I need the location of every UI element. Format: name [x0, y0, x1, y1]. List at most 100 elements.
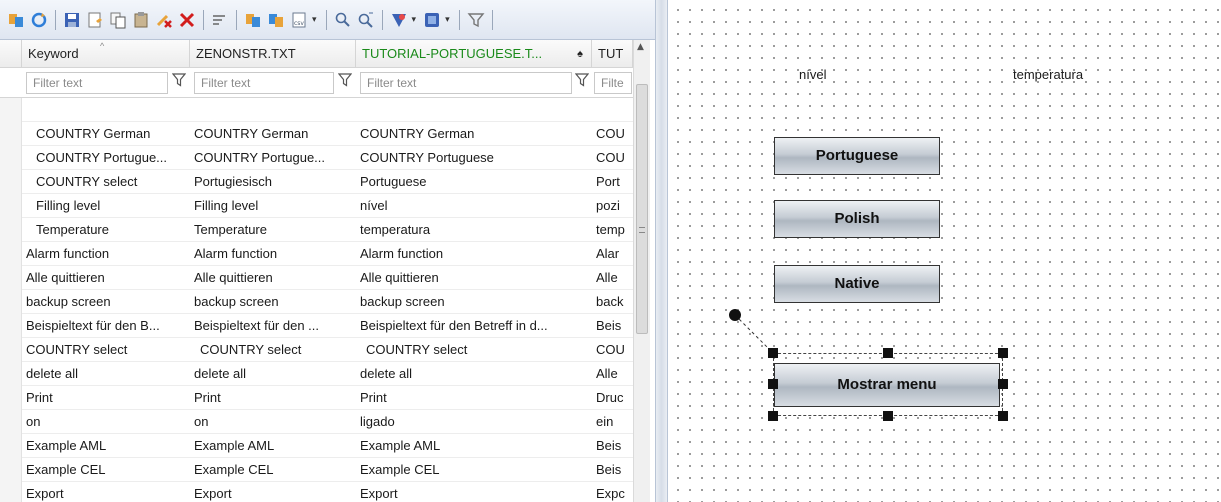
table-cell[interactable]: Export [22, 482, 190, 502]
close-icon[interactable] [177, 10, 197, 30]
table-cell[interactable]: nível [356, 194, 592, 218]
wrap-text-icon[interactable] [210, 10, 230, 30]
delete-keyword-icon[interactable] [154, 10, 174, 30]
table-cell[interactable] [22, 98, 190, 122]
save-icon[interactable] [62, 10, 82, 30]
table-cell[interactable]: Beis [592, 434, 633, 458]
screen-editor-canvas[interactable]: nível temperatura Portuguese Polish Nati… [668, 0, 1221, 502]
paste-icon[interactable] [131, 10, 151, 30]
filter-icon[interactable] [575, 73, 589, 87]
portuguese-button[interactable]: Portuguese [774, 137, 940, 175]
table-cell[interactable]: Example CEL [190, 458, 356, 482]
table-cell[interactable]: Example AML [190, 434, 356, 458]
table-cell[interactable] [592, 98, 633, 122]
table-row[interactable] [0, 98, 650, 122]
table-row[interactable]: Export Export Export Expc [0, 482, 650, 502]
row-header[interactable] [0, 146, 22, 170]
resize-handle-top[interactable] [883, 348, 893, 358]
table-cell[interactable]: Beis [592, 314, 633, 338]
resize-handle-bottom-right[interactable] [998, 411, 1008, 421]
row-header[interactable] [0, 434, 22, 458]
row-header[interactable] [0, 266, 22, 290]
table-cell[interactable]: Filling level [22, 194, 190, 218]
table-cell[interactable]: Druc [592, 386, 633, 410]
table-cell[interactable]: Portuguese [356, 170, 592, 194]
filter-input-zenonstr[interactable]: Filter text [194, 72, 334, 94]
table-row[interactable]: Example CEL Example CEL Example CEL Beis [0, 458, 650, 482]
table-row[interactable]: COUNTRY Portugue... COUNTRY Portugue... CO… [0, 146, 650, 170]
level-label[interactable]: nível [799, 67, 826, 82]
table-cell[interactable]: COUNTRY Portuguese [356, 146, 592, 170]
table-cell[interactable]: ligado [356, 410, 592, 434]
pane-splitter[interactable] [655, 0, 668, 502]
table-cell[interactable]: Alar [592, 242, 633, 266]
table-row[interactable]: COUNTRY select COUNTRY select COUNTRY sele… [0, 338, 650, 362]
column-header-keyword[interactable]: Keyword ^ [22, 40, 190, 68]
table-cell[interactable]: Alle quittieren [190, 266, 356, 290]
filter-input-tut[interactable]: Filte [594, 72, 632, 94]
row-header[interactable] [0, 98, 22, 122]
translate-icon[interactable] [6, 10, 26, 30]
table-cell[interactable]: Export [356, 482, 592, 502]
row-header[interactable] [0, 314, 22, 338]
row-header[interactable] [0, 410, 22, 434]
table-cell[interactable]: backup screen [22, 290, 190, 314]
table-cell[interactable]: COUNTRY German [356, 122, 592, 146]
table-cell[interactable]: Print [22, 386, 190, 410]
table-cell[interactable]: COUNTRY select [22, 338, 190, 362]
table-row[interactable]: Filling level Filling level nível pozi [0, 194, 650, 218]
table-cell[interactable]: Temperature [22, 218, 190, 242]
table-cell[interactable]: Temperature [190, 218, 356, 242]
row-header[interactable] [0, 386, 22, 410]
table-cell[interactable]: Alarm function [356, 242, 592, 266]
table-row[interactable]: Print Print Print Druc [0, 386, 650, 410]
import-icon[interactable] [243, 10, 263, 30]
table-cell[interactable]: COUNTRY German [190, 122, 356, 146]
table-row[interactable]: Beispieltext für den B... Beispieltext fü… [0, 314, 650, 338]
resize-handle-top-left[interactable] [768, 348, 778, 358]
column-header-zenonstr[interactable]: ZENONSTR.TXT [190, 40, 356, 68]
row-header[interactable] [0, 362, 22, 386]
table-cell[interactable]: COU [592, 122, 633, 146]
filter-icon[interactable] [172, 73, 186, 87]
table-cell[interactable]: Export [190, 482, 356, 502]
table-cell[interactable]: Alle [592, 266, 633, 290]
table-cell[interactable]: Beispieltext für den B... [22, 314, 190, 338]
row-header[interactable] [0, 290, 22, 314]
chevron-down-icon[interactable]: ▾ [312, 15, 317, 25]
table-row[interactable]: delete all delete all delete all Alle [0, 362, 650, 386]
table-cell[interactable]: Print [356, 386, 592, 410]
table-row[interactable]: backup screen backup screen backup screen b… [0, 290, 650, 314]
table-cell[interactable]: Example AML [22, 434, 190, 458]
table-cell[interactable]: COU [592, 338, 633, 362]
row-header[interactable] [0, 194, 22, 218]
table-cell[interactable]: Example CEL [356, 458, 592, 482]
native-button[interactable]: Native [774, 265, 940, 303]
row-header[interactable] [0, 338, 22, 362]
table-cell[interactable]: COU [592, 146, 633, 170]
table-row[interactable]: Temperature Temperature temperatura temp [0, 218, 650, 242]
temperature-label[interactable]: temperatura [1013, 67, 1083, 82]
refresh-icon[interactable] [29, 10, 49, 30]
table-cell[interactable]: temperatura [356, 218, 592, 242]
copy-icon[interactable] [108, 10, 128, 30]
table-cell[interactable]: Example AML [356, 434, 592, 458]
row-header[interactable] [0, 218, 22, 242]
table-row[interactable]: COUNTRY German COUNTRY German COUNTRY Germ… [0, 122, 650, 146]
resize-handle-bottom[interactable] [883, 411, 893, 421]
export-icon[interactable] [266, 10, 286, 30]
csv-icon[interactable]: csv [289, 10, 309, 30]
table-cell[interactable]: backup screen [356, 290, 592, 314]
columns-icon[interactable] [422, 10, 442, 30]
add-file-icon[interactable] [85, 10, 105, 30]
table-cell[interactable] [356, 98, 592, 122]
filter-input-keyword[interactable]: Filter text [26, 72, 168, 94]
table-cell[interactable]: Print [190, 386, 356, 410]
table-cell[interactable]: COUNTRY German [22, 122, 190, 146]
table-cell[interactable]: pozi [592, 194, 633, 218]
polish-button[interactable]: Polish [774, 200, 940, 238]
table-cell[interactable]: delete all [190, 362, 356, 386]
table-cell[interactable]: Alle quittieren [356, 266, 592, 290]
filter-icon[interactable] [338, 73, 352, 87]
table-cell[interactable]: ein [592, 410, 633, 434]
